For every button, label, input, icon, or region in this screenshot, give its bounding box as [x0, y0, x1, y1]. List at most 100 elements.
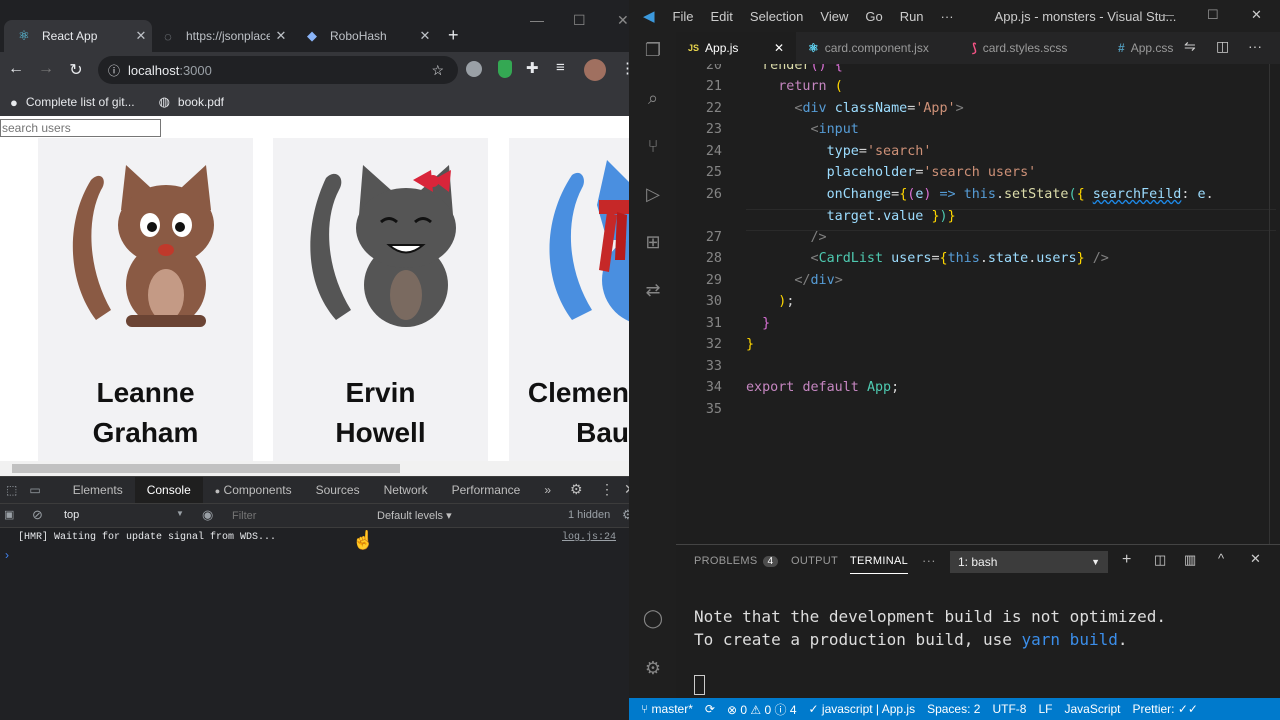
sync-icon[interactable]: ⟳	[705, 702, 715, 716]
bookmark-book[interactable]: ◍ book.pdf	[159, 94, 224, 110]
tab-app-css[interactable]: # App.css	[1106, 32, 1196, 64]
split-editor-icon[interactable]: ◫	[1216, 38, 1229, 55]
bookmark-github[interactable]: ● Complete list of git...	[10, 95, 135, 110]
close-tab-icon[interactable]: ✕	[414, 28, 436, 44]
sidebar-icon[interactable]: ▣	[4, 508, 14, 521]
maximize-icon[interactable]: ☐	[1207, 7, 1219, 23]
search-input[interactable]	[0, 119, 161, 137]
console-prompt[interactable]: ›	[5, 548, 9, 562]
shield-extension-icon[interactable]	[498, 60, 512, 78]
menu-edit[interactable]: Edit	[711, 9, 733, 24]
forward-icon[interactable]: →	[36, 60, 56, 78]
new-tab-button[interactable]: +	[448, 25, 459, 46]
source-control-icon[interactable]: ⑂	[641, 136, 665, 160]
panel-tab-problems[interactable]: PROBLEMS 4	[694, 555, 779, 567]
back-icon[interactable]: ←	[6, 60, 26, 78]
menu-more[interactable]: ···	[941, 9, 954, 24]
robohash-icon: ◆	[307, 28, 317, 43]
branch-indicator[interactable]: ⑂ master*	[641, 702, 693, 716]
line-number: 25	[705, 165, 722, 180]
tab-console[interactable]: Console	[134, 476, 203, 504]
run-debug-icon[interactable]: ▷	[641, 184, 665, 208]
menu-selection[interactable]: Selection	[750, 9, 803, 24]
encoding[interactable]: UTF-8	[992, 702, 1026, 716]
tab-sources[interactable]: Sources	[304, 477, 372, 504]
prettier-status[interactable]: Prettier: ✓✓	[1133, 702, 1198, 716]
extensions-icon[interactable]: ⊞	[641, 232, 665, 256]
bookmark-label: book.pdf	[177, 95, 224, 109]
tab-elements[interactable]: Elements	[61, 477, 135, 504]
monster-name: Ervin Howell	[335, 377, 426, 448]
close-window-icon[interactable]: ✕	[617, 12, 629, 29]
tab-app-js[interactable]: JS App.js ✕	[676, 32, 796, 64]
minimize-icon[interactable]: —	[1161, 7, 1174, 22]
filter-input[interactable]	[232, 507, 362, 525]
search-icon[interactable]: ⌕	[641, 88, 665, 112]
compare-icon[interactable]: ⇋	[1184, 38, 1196, 55]
panel-tab-output[interactable]: OUTPUT	[791, 555, 838, 567]
tab-card-component[interactable]: ⚛ card.component.jsx	[796, 32, 946, 64]
language-check[interactable]: ✓ javascript | App.js	[809, 702, 916, 716]
gear-icon[interactable]: ⚙	[570, 481, 583, 498]
extension-icon[interactable]	[466, 61, 482, 77]
manage-gear-icon[interactable]: ⚙	[641, 658, 665, 682]
menu-run[interactable]: Run	[900, 9, 924, 24]
account-icon[interactable]: ◯	[641, 608, 665, 632]
context-select[interactable]: top	[64, 509, 79, 521]
code-editor[interactable]: 20 21 22 23 24 25 26 27 28 29 30 31 32 3…	[676, 64, 1280, 544]
code-line: }	[762, 316, 771, 331]
media-icon[interactable]: ≡	[556, 59, 565, 76]
trash-icon[interactable]: ▥	[1184, 552, 1196, 568]
indentation[interactable]: Spaces: 2	[927, 702, 980, 716]
new-terminal-icon[interactable]: +	[1122, 551, 1131, 569]
tab-label: App.css	[1130, 41, 1174, 55]
terminal-select[interactable]: 1: bash ▼	[950, 551, 1108, 573]
avatar[interactable]	[584, 59, 606, 81]
code-line: }	[746, 337, 755, 352]
menu-view[interactable]: View	[820, 9, 848, 24]
levels-dropdown[interactable]: Default levels ▾	[377, 509, 452, 522]
menu-go[interactable]: Go	[865, 9, 882, 24]
menu-file[interactable]: File	[673, 9, 694, 24]
tab-card-styles[interactable]: ⟆ card.styles.scss	[960, 32, 1100, 64]
panel-tab-terminal[interactable]: TERMINAL	[850, 555, 909, 574]
tab-robohash[interactable]: ◆ RoboHash ✕	[292, 20, 436, 52]
clear-console-icon[interactable]: ⊘	[32, 507, 43, 523]
explorer-icon[interactable]: ❐	[641, 40, 665, 64]
puzzle-icon[interactable]: ✚	[526, 59, 539, 77]
activity-bar: ❐ ⌕ ⑂ ▷ ⊞ ⇄ ◯ ⚙	[629, 32, 676, 698]
window-title: App.js - monsters - Visual Stu...	[994, 8, 1177, 24]
tab-components[interactable]: ● Components	[203, 477, 304, 504]
tab-performance[interactable]: Performance	[440, 477, 533, 504]
terminal-output[interactable]: Note that the development build is not o…	[694, 605, 1166, 651]
horizontal-scrollbar[interactable]	[0, 461, 629, 476]
maximize-icon[interactable]: ☐	[573, 12, 586, 29]
language-mode[interactable]: JavaScript	[1064, 702, 1120, 716]
minimize-icon[interactable]: —	[530, 12, 544, 28]
eye-icon[interactable]: ◉	[202, 507, 213, 523]
kebab-icon[interactable]: ⋮	[600, 481, 614, 498]
problems-indicator[interactable]: ⊗ 0 ⚠ 0 ⓘ 4	[727, 701, 797, 718]
vscode-titlebar: ◀ File Edit Selection View Go Run ··· Ap…	[629, 0, 1280, 32]
tab-react-app[interactable]: ⚛ React App ✕	[4, 20, 152, 52]
reload-icon[interactable]: ↻	[66, 60, 86, 80]
close-tab-icon[interactable]: ✕	[270, 28, 292, 44]
more-actions-icon[interactable]: ···	[1248, 38, 1262, 54]
address-bar[interactable]: ⓘ localhost:3000 ☆	[98, 56, 458, 84]
log-source-link[interactable]: log.js:24	[562, 532, 616, 543]
split-terminal-icon[interactable]: ◫	[1154, 552, 1166, 568]
remote-icon[interactable]: ⇄	[641, 280, 665, 304]
tab-jsonplaceholder[interactable]: ◌ https://jsonplace ✕	[148, 20, 292, 52]
device-toolbar-icon[interactable]: ▭	[23, 483, 60, 497]
more-tabs-icon[interactable]: »	[532, 477, 563, 504]
close-window-icon[interactable]: ✕	[1251, 7, 1262, 23]
line-number: 35	[705, 402, 722, 417]
maximize-panel-icon[interactable]: ^	[1218, 551, 1224, 566]
line-ending[interactable]: LF	[1038, 702, 1052, 716]
star-icon[interactable]: ☆	[431, 62, 444, 79]
inspect-icon[interactable]: ⬚	[0, 483, 23, 497]
tab-network[interactable]: Network	[372, 477, 440, 504]
close-tab-icon[interactable]: ✕	[774, 41, 784, 55]
close-panel-icon[interactable]: ✕	[1250, 551, 1261, 567]
panel-more-icon[interactable]: ···	[922, 553, 936, 568]
